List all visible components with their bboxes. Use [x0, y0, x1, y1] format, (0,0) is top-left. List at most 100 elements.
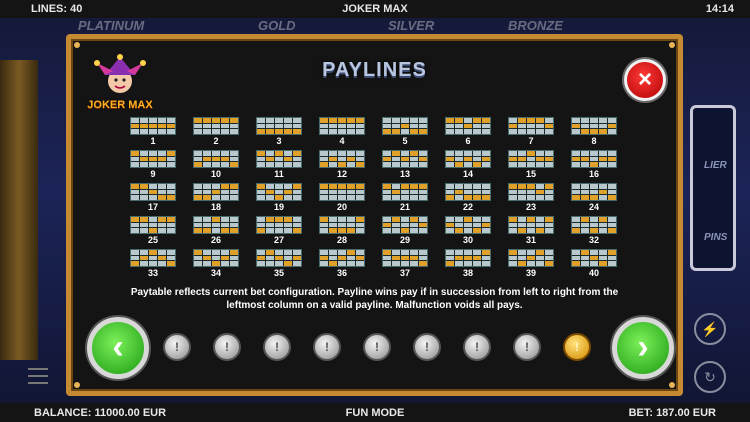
payline-cell — [257, 255, 265, 261]
payline-cell — [464, 228, 472, 233]
payline-cell — [203, 189, 211, 195]
payline-cell — [275, 189, 283, 195]
page-dot-8[interactable]: ! — [513, 333, 541, 361]
payline-cell — [572, 184, 580, 189]
payline-cell — [572, 129, 580, 134]
close-button[interactable]: × — [624, 59, 666, 101]
payline-cell — [194, 255, 202, 261]
payline-cell — [158, 162, 166, 167]
payline-cell — [338, 162, 346, 167]
payline-diagram — [193, 216, 239, 234]
payline-cell — [347, 228, 355, 233]
payline-cell — [383, 222, 391, 228]
payline-20: 20 — [319, 183, 365, 212]
payline-cell — [401, 184, 409, 189]
page-dot-7[interactable]: ! — [463, 333, 491, 361]
page-dot-2[interactable]: ! — [213, 333, 241, 361]
payline-diagram — [382, 249, 428, 267]
payline-cell — [149, 156, 157, 162]
payline-cell — [320, 129, 328, 134]
payline-cell — [473, 118, 481, 123]
next-page-button[interactable]: › — [612, 317, 674, 379]
payline-cell — [509, 162, 517, 167]
payline-cell — [230, 189, 238, 195]
payline-cell — [518, 184, 526, 189]
payline-cell — [410, 228, 418, 233]
payline-cell — [419, 162, 427, 167]
payline-cell — [401, 189, 409, 195]
payline-cell — [266, 250, 274, 255]
page-dot-5[interactable]: ! — [363, 333, 391, 361]
page-dot-4[interactable]: ! — [313, 333, 341, 361]
payline-cell — [590, 250, 598, 255]
payline-cell — [590, 118, 598, 123]
page-dot-1[interactable]: ! — [163, 333, 191, 361]
payline-cell — [221, 129, 229, 134]
payline-cell — [257, 250, 265, 255]
payline-cell — [329, 255, 337, 261]
clock: 14:14 — [705, 3, 734, 15]
payline-number: 37 — [399, 268, 410, 278]
payline-cell — [518, 255, 526, 261]
payline-cell — [149, 261, 157, 266]
payline-cell — [446, 222, 454, 228]
payline-cell — [203, 151, 211, 156]
payline-cell — [581, 261, 589, 266]
payline-cell — [131, 151, 139, 156]
payline-cell — [338, 184, 346, 189]
payline-cell — [608, 255, 616, 261]
autoplay-refresh-icon[interactable]: ↻ — [694, 361, 726, 393]
payline-cell — [266, 195, 274, 200]
payline-number: 12 — [336, 169, 347, 179]
payline-cell — [131, 195, 139, 200]
payline-number: 4 — [339, 136, 345, 146]
page-dot-6[interactable]: ! — [413, 333, 441, 361]
payline-cell — [338, 250, 346, 255]
payline-cell — [545, 217, 553, 222]
payline-cell — [329, 189, 337, 195]
payline-cell — [608, 151, 616, 156]
payline-diagram — [445, 117, 491, 135]
payline-cell — [590, 151, 598, 156]
payline-number: 33 — [147, 268, 158, 278]
payline-33: 33 — [130, 249, 176, 278]
payline-37: 37 — [382, 249, 428, 278]
payline-cell — [212, 129, 220, 134]
payline-cell — [410, 195, 418, 200]
payline-cell — [527, 189, 535, 195]
prev-page-button[interactable]: ‹ — [87, 317, 149, 379]
payline-cell — [275, 123, 283, 129]
payline-cell — [473, 250, 481, 255]
page-dot-3[interactable]: ! — [263, 333, 291, 361]
payline-cell — [608, 228, 616, 233]
payline-cell — [347, 222, 355, 228]
payline-diagram — [319, 249, 365, 267]
payline-cell — [347, 118, 355, 123]
payline-cell — [536, 195, 544, 200]
payline-cell — [581, 162, 589, 167]
payline-cell — [527, 222, 535, 228]
payline-cell — [473, 151, 481, 156]
payline-cell — [545, 255, 553, 261]
payline-39: 39 — [508, 249, 554, 278]
payline-cell — [158, 250, 166, 255]
payline-number: 8 — [591, 136, 597, 146]
payline-cell — [347, 123, 355, 129]
payline-cell — [581, 156, 589, 162]
payline-cell — [275, 255, 283, 261]
payline-diagram — [571, 216, 617, 234]
payline-cell — [203, 255, 211, 261]
payline-cell — [527, 217, 535, 222]
payline-cell — [599, 123, 607, 129]
payline-number: 6 — [465, 136, 471, 146]
payline-21: 21 — [382, 183, 428, 212]
payline-cell — [212, 118, 220, 123]
payline-cell — [446, 123, 454, 129]
menu-hamburger-icon[interactable] — [28, 368, 48, 384]
payline-cell — [347, 189, 355, 195]
payline-cell — [275, 195, 283, 200]
turbo-lightning-icon[interactable]: ⚡ — [694, 313, 726, 345]
payline-number: 10 — [210, 169, 221, 179]
page-dot-9[interactable]: ! — [563, 333, 591, 361]
payline-cell — [599, 162, 607, 167]
